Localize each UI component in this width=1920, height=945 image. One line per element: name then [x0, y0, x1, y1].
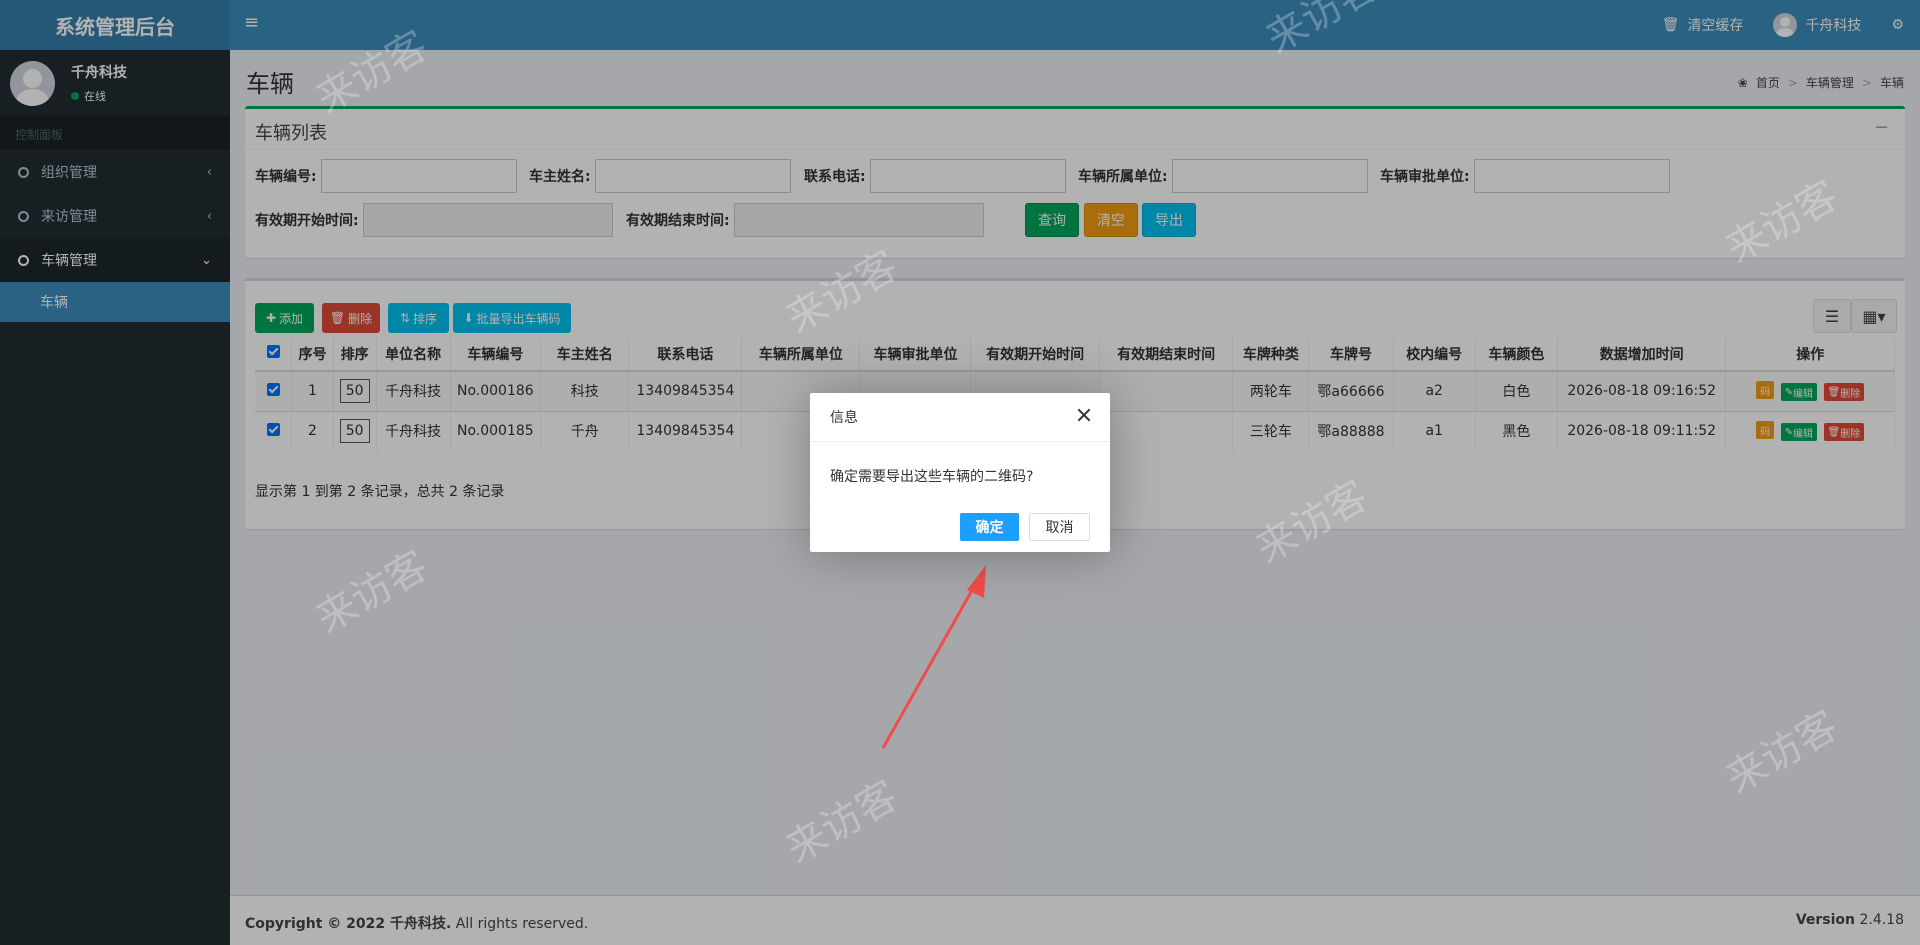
confirm-button[interactable]: 确定 [960, 513, 1019, 541]
dialog-message: 确定需要导出这些车辆的二维码? [830, 469, 1034, 485]
dialog-title: 信息 [810, 393, 1110, 442]
close-icon[interactable] [1074, 405, 1094, 425]
cancel-button[interactable]: 取消 [1029, 513, 1090, 541]
modal-overlay[interactable]: 来访客 来访客 来访客 来访客 来访客 来访客 来访客 来访客 信息 确定需要导… [0, 0, 1920, 945]
confirm-dialog: 信息 确定需要导出这些车辆的二维码? 确定 取消 [810, 393, 1110, 552]
